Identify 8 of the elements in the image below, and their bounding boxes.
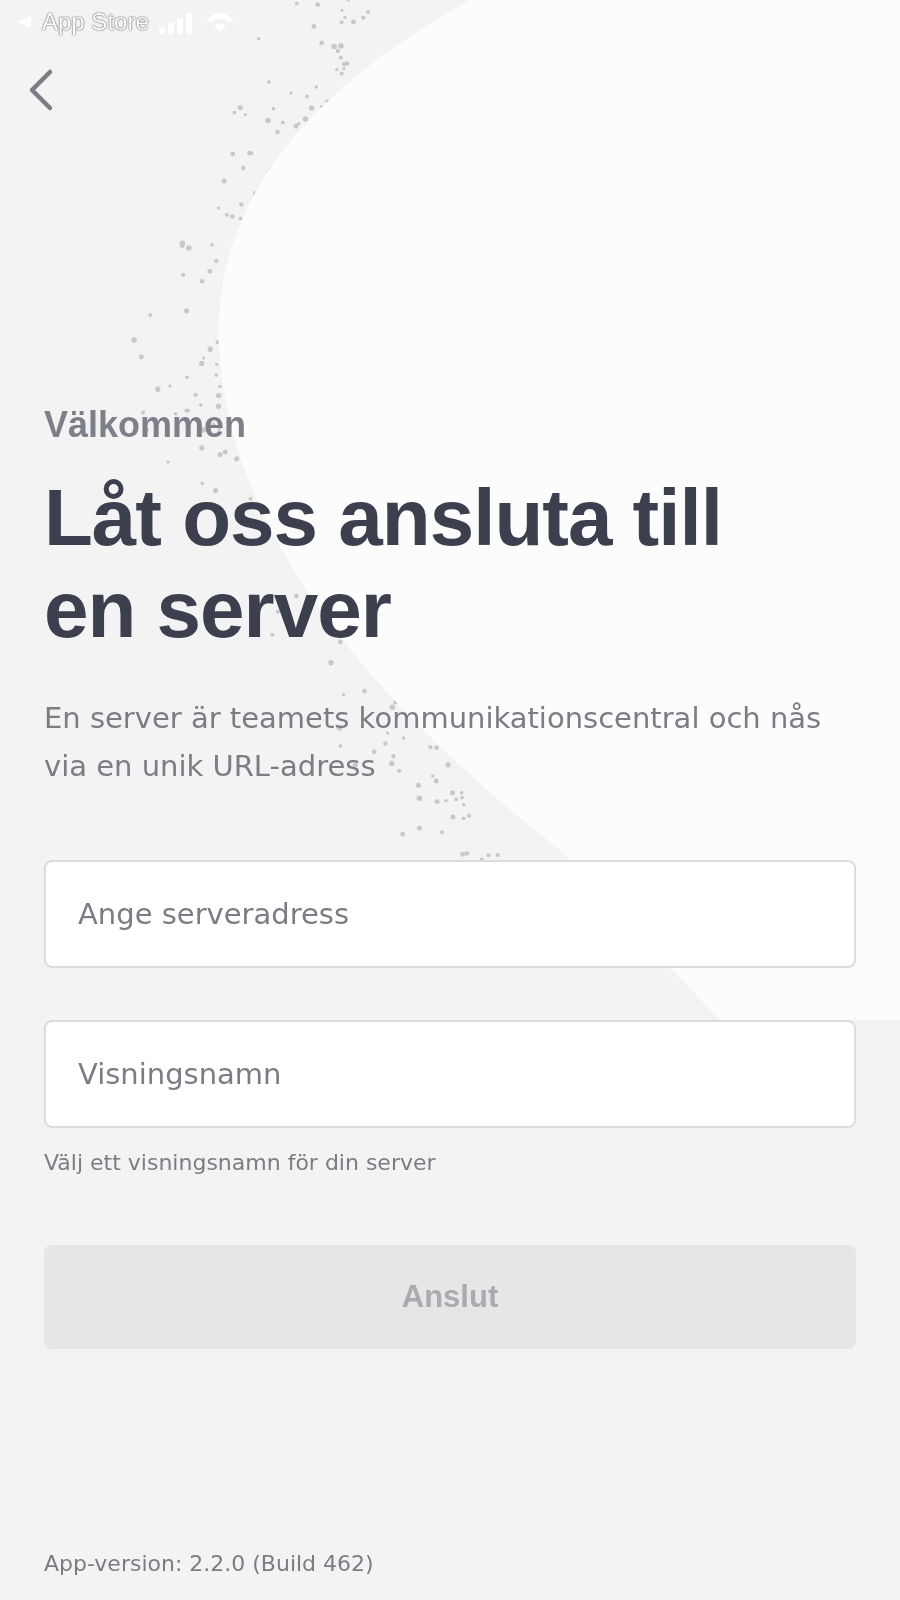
app-version: App-version: 2.2.0 (Build 462) [43,1551,375,1578]
page-title: Låt oss ansluta till en server [44,472,723,656]
input-field[interactable]: Visningsnamn [44,1020,856,1128]
field-hint: Välj ett visningsnamn för din server [44,1150,437,1175]
status-app-name: App Store [42,8,149,36]
greeting: Välkommen [44,404,248,446]
input-field[interactable]: Ange serveradress [44,860,856,968]
description: En server är teamets kommunikationscentral och nås via en unik URL-adress [44,700,823,785]
